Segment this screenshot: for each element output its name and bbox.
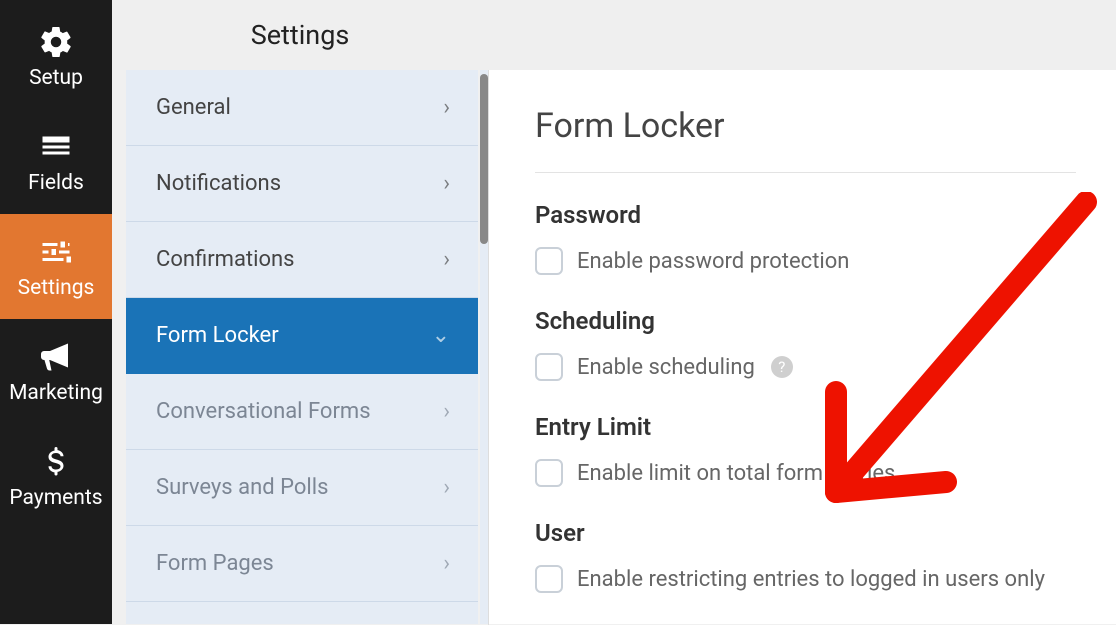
rail-item-fields[interactable]: Fields <box>0 109 112 214</box>
content-area: Form Locker Password Enable password pro… <box>488 0 1116 624</box>
gear-icon <box>38 24 74 60</box>
page-title: Form Locker <box>535 106 1076 173</box>
chevron-down-icon: ⌄ <box>432 323 450 348</box>
menu-item-confirmations[interactable]: Confirmations › <box>126 222 478 298</box>
checkbox-label-scheduling: Enable scheduling <box>577 355 755 380</box>
dollar-icon <box>38 444 74 480</box>
checkbox-label-password: Enable password protection <box>577 249 849 274</box>
rail-label-fields: Fields <box>28 171 84 195</box>
checkbox-user[interactable] <box>535 565 563 593</box>
checkbox-password[interactable] <box>535 247 563 275</box>
rail-item-payments[interactable]: Payments <box>0 424 112 529</box>
menu-scrollbar-thumb[interactable] <box>480 74 488 244</box>
chevron-right-icon: › <box>443 399 450 424</box>
checkbox-label-user: Enable restricting entries to logged in … <box>577 567 1045 592</box>
rail-item-settings[interactable]: Settings <box>0 214 112 319</box>
section-heading-password: Password <box>535 201 1076 229</box>
menu-item-form-pages[interactable]: Form Pages › <box>126 526 478 602</box>
menu-item-conversational-forms[interactable]: Conversational Forms › <box>126 374 478 450</box>
menu-item-general[interactable]: General › <box>126 70 478 146</box>
checkbox-entry-limit[interactable] <box>535 459 563 487</box>
menu-item-notifications[interactable]: Notifications › <box>126 146 478 222</box>
chevron-right-icon: › <box>443 171 450 196</box>
chevron-right-icon: › <box>443 95 450 120</box>
rail-item-marketing[interactable]: Marketing <box>0 319 112 424</box>
rail-item-setup[interactable]: Setup <box>0 4 112 109</box>
checkbox-scheduling[interactable] <box>535 353 563 381</box>
rail-label-settings: Settings <box>18 276 95 300</box>
settings-panel: Settings General › Notifications › Confi… <box>112 0 488 624</box>
topbar-title: Settings <box>112 0 488 70</box>
section-heading-scheduling: Scheduling <box>535 307 1076 335</box>
checkbox-label-entry-limit: Enable limit on total form entries <box>577 461 895 486</box>
chevron-right-icon: › <box>443 247 450 272</box>
menu-label: Conversational Forms <box>156 399 371 424</box>
rail-label-setup: Setup <box>29 66 83 90</box>
chevron-right-icon: › <box>443 475 450 500</box>
chevron-right-icon: › <box>443 551 450 576</box>
bullhorn-icon <box>38 339 74 375</box>
help-icon[interactable]: ? <box>771 356 793 378</box>
menu-label: General <box>156 95 231 120</box>
menu-label: Confirmations <box>156 247 295 272</box>
rail-label-marketing: Marketing <box>9 381 103 405</box>
menu-scrollbar[interactable] <box>480 70 488 624</box>
rail-label-payments: Payments <box>9 486 102 510</box>
menu-label: Surveys and Polls <box>156 475 328 500</box>
primary-rail: Setup Fields Settings Marketing Payments <box>0 0 112 624</box>
section-heading-entry-limit: Entry Limit <box>535 413 1076 441</box>
section-heading-user: User <box>535 519 1076 547</box>
settings-menu: General › Notifications › Confirmations … <box>126 70 478 624</box>
menu-label: Form Locker <box>156 323 279 348</box>
menu-label: Form Pages <box>156 551 274 576</box>
menu-label: Notifications <box>156 171 281 196</box>
topbar-spacer <box>488 0 1116 70</box>
fields-icon <box>38 129 74 165</box>
menu-item-surveys-polls[interactable]: Surveys and Polls › <box>126 450 478 526</box>
menu-item-form-locker[interactable]: Form Locker ⌄ <box>126 298 478 374</box>
sliders-icon <box>38 234 74 270</box>
